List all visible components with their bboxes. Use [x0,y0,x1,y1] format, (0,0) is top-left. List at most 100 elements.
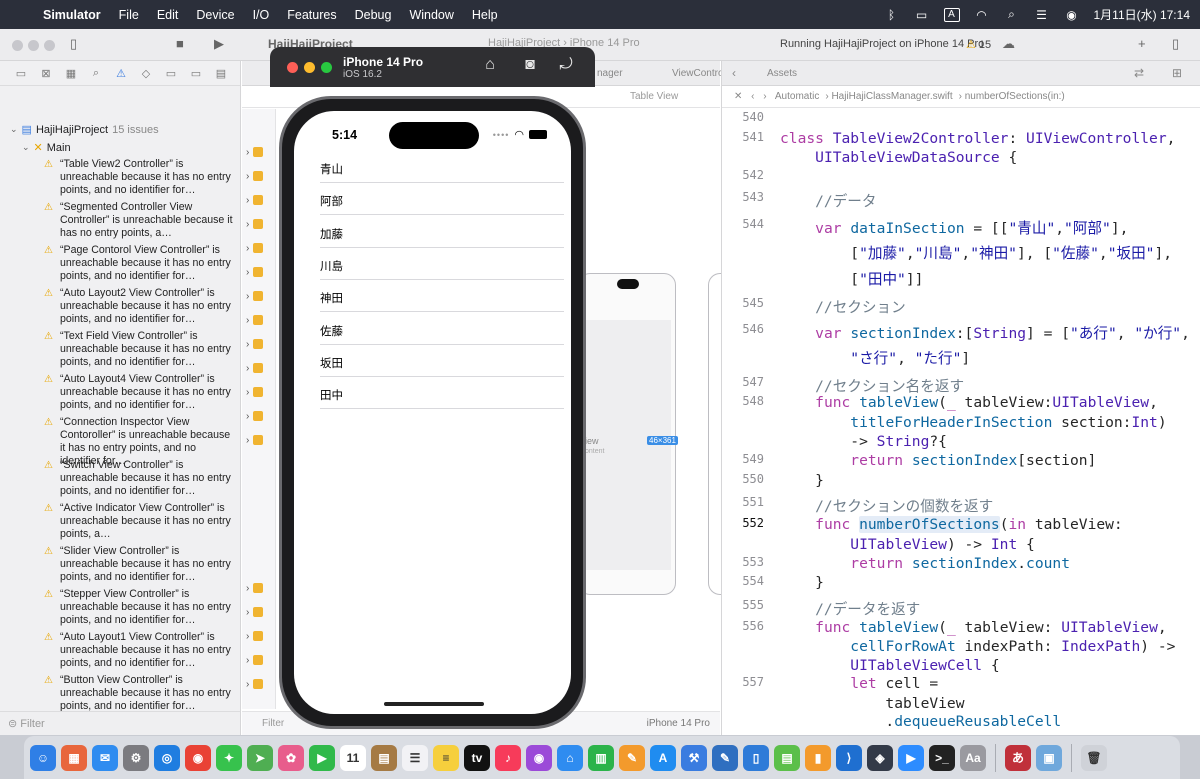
notes-brown-icon[interactable]: ▤ [371,744,397,771]
table-cell[interactable]: 阿部 [320,183,564,216]
safari-icon[interactable]: ◎ [154,744,180,771]
window-minimize-button[interactable] [28,40,39,51]
maps-icon[interactable]: ➤ [247,744,273,771]
sim-close-button[interactable] [287,62,298,73]
apple-tv-icon[interactable]: tv [464,744,490,771]
facetime-icon[interactable]: ▶ [309,744,335,771]
outline-scene-row[interactable]: › [246,363,264,374]
stop-icon[interactable]: ■ [176,36,184,51]
notes-icon[interactable]: ≡ [433,744,459,771]
source-control-icon[interactable]: ⊠ [39,67,53,80]
menu-features[interactable]: Features [278,8,345,22]
siri-icon[interactable]: ◉ [1064,8,1080,22]
outline-scene-row[interactable]: › [246,195,264,206]
control-center-icon[interactable]: ☰ [1034,8,1050,22]
chrome-icon[interactable]: ◉ [185,744,211,771]
outline-scene-row[interactable]: › [246,655,264,666]
wifi-icon[interactable]: ◠ [974,8,990,22]
trash-icon[interactable]: 🗑 [1081,744,1107,771]
refresh-icon[interactable]: ⇄ [1134,66,1144,80]
device-selector[interactable]: iPhone 14 Pro [647,718,710,729]
navigator-filter[interactable]: ⊜ Filter [0,711,240,735]
iphone-screen[interactable]: 5:14 •••• ◠ 青山 阿部 加藤 川島 神田 佐藤 坂田 田中 [294,111,571,714]
outline-scene-row[interactable]: › [246,583,264,594]
close-icon[interactable]: ✕ [734,91,742,102]
add-editor-icon[interactable]: ⊞ [1172,66,1182,80]
outline-scene-row[interactable]: › [246,607,264,618]
system-settings-icon[interactable]: ⚙ [123,744,149,771]
calendar-icon[interactable]: 11 [340,744,366,771]
menu-file[interactable]: File [110,8,148,22]
run-icon[interactable]: ▶ [214,36,224,52]
instruments-icon[interactable]: ✎ [712,744,738,771]
menu-window[interactable]: Window [400,8,462,22]
search-icon[interactable]: ⌕ [1004,7,1020,22]
outline-scene-row[interactable]: › [246,387,264,398]
numbers-alt-icon[interactable]: ▤ [774,744,800,771]
menu-help[interactable]: Help [463,8,507,22]
issue-icon[interactable]: ⚠ [114,67,128,80]
launchpad-icon[interactable]: ▦ [61,744,87,771]
finder-icon[interactable]: ☺ [30,744,56,771]
outline-scene-row[interactable]: › [246,631,264,642]
terminal-icon[interactable]: >_ [929,744,955,771]
outline-scene-row[interactable]: › [246,679,264,690]
reminders-icon[interactable]: ☰ [402,744,428,771]
window-close-button[interactable] [12,40,23,51]
table-cell[interactable]: 田中 [320,377,564,410]
table-cell[interactable]: 坂田 [320,345,564,377]
breakpoint-icon[interactable]: ▭ [189,67,203,80]
tab-manager[interactable]: nager [597,68,623,79]
table-cell[interactable]: 青山 [320,151,564,183]
simulator-icon[interactable]: ▯ [743,744,769,771]
outline-scene-row[interactable]: › [246,435,264,446]
bluetooth-icon[interactable]: ᛒ [884,8,900,22]
storyboard-scene-2[interactable] [708,273,722,595]
outline-scene-row[interactable]: › [246,147,264,158]
find-icon[interactable]: ⌕ [89,67,103,80]
jump-method[interactable]: numberOfSections(in:) [965,91,1065,102]
menu-device[interactable]: Device [187,8,243,22]
cloud-icon[interactable]: ☁ [1002,36,1015,52]
outline-scene-row[interactable]: › [246,171,264,182]
outline-scene-row[interactable]: › [246,315,264,326]
test-icon[interactable]: ◇ [139,67,153,80]
dictionary-icon[interactable]: Aa [960,744,986,771]
group-row[interactable]: ⌄ ✕ Main [22,141,71,155]
report-icon[interactable]: ▤ [214,67,228,80]
keynote-icon[interactable]: ⌂ [557,744,583,771]
outline-scene-row[interactable]: › [246,411,264,422]
code-editor[interactable]: ‹ Assets ⇄ ⊞ ✕ ‹ › Automatic › HajiHajiCl… [721,61,1200,735]
sidebar-toggle-icon[interactable]: ▯ [70,36,77,52]
app-store-icon[interactable]: A [650,744,676,771]
clock[interactable]: 1月11日(水) 17:14 [1094,6,1191,23]
jump-automatic[interactable]: Automatic [775,91,819,102]
table-cell[interactable]: 佐藤 [320,313,564,345]
preview-icon[interactable]: ▣ [1036,744,1062,771]
numbers-icon[interactable]: ▥ [588,744,614,771]
pages-icon[interactable]: ✎ [619,744,645,771]
outline-scene-row[interactable]: › [246,291,264,302]
back-icon[interactable]: ‹ [732,66,736,80]
home-icon[interactable]: ⌂ [480,56,500,74]
music-icon[interactable]: ♪ [495,744,521,771]
menu-debug[interactable]: Debug [346,8,401,22]
outline-scene-row[interactable]: › [246,267,264,278]
table-cell[interactable]: 神田 [320,280,564,313]
symbol-icon[interactable]: ▦ [64,67,78,80]
folder-icon[interactable]: ▭ [14,67,28,80]
messages-icon[interactable]: ✦ [216,744,242,771]
window-zoom-button[interactable] [44,40,55,51]
menu-app-name[interactable]: Simulator [34,8,110,22]
input-mode-icon[interactable]: A [943,7,960,22]
photos-icon[interactable]: ✿ [278,744,304,771]
add-icon[interactable]: + [1138,36,1146,51]
sim-zoom-button[interactable] [321,62,332,73]
zoom-icon[interactable]: ▶ [898,744,924,771]
tab-assets[interactable]: Assets [767,68,797,79]
outline-scene-row[interactable]: › [246,219,264,230]
warning-badge[interactable]: ⚠ 15 [966,38,991,51]
jump-table-view[interactable]: Table View [630,91,678,102]
table-cell[interactable]: 川島 [320,248,564,280]
podcasts-icon[interactable]: ◉ [526,744,552,771]
